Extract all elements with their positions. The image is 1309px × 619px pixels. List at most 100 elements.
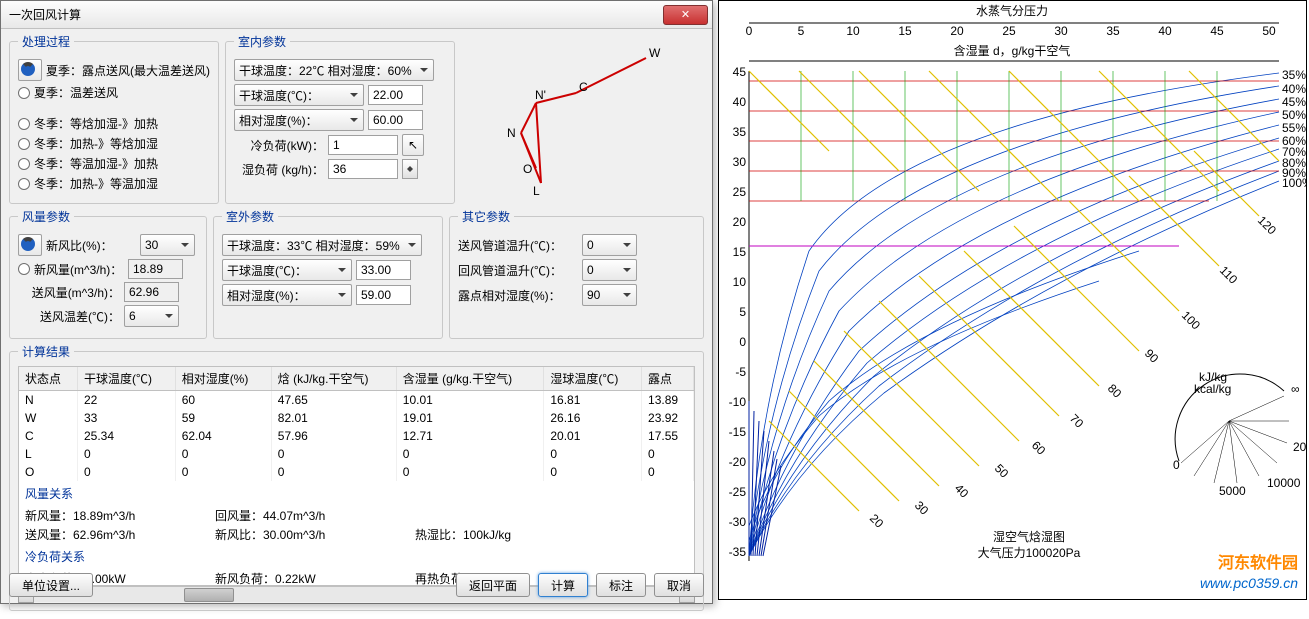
svg-text:50: 50: [1262, 24, 1276, 38]
watermark-brand: 河东软件园: [1218, 549, 1298, 573]
psychrometric-chart: 水蒸气分压力 含湿量 d，g/kg干空气 0510152025303540455…: [718, 0, 1307, 600]
table-row[interactable]: O000000: [19, 463, 694, 481]
radio-summer-tempdiff[interactable]: [18, 87, 30, 99]
back-button[interactable]: 返回平面: [456, 573, 530, 597]
unit-settings-button[interactable]: 单位设置...: [9, 573, 93, 597]
radio-winter-heat-iso[interactable]: [18, 138, 30, 150]
radio-summer-dewpoint[interactable]: [18, 59, 42, 81]
moisture-load-input[interactable]: 36: [328, 159, 398, 179]
close-button[interactable]: ✕: [663, 5, 708, 25]
titlebar[interactable]: 一次回风计算 ✕: [1, 1, 712, 29]
button-bar: 单位设置... 返回平面 计算 标注 取消: [9, 573, 704, 597]
svg-text:5: 5: [798, 24, 805, 38]
svg-text:120: 120: [1255, 213, 1279, 237]
svg-text:40: 40: [952, 481, 972, 501]
results-panel[interactable]: 状态点干球温度(℃)相对湿度(%)焓 (kJ/kg.干空气)含湿量 (g/kg.…: [18, 366, 695, 586]
svg-text:10000: 10000: [1267, 476, 1301, 490]
calculate-button[interactable]: 计算: [538, 573, 588, 597]
cancel-button[interactable]: 取消: [654, 573, 704, 597]
outdoor-rh-input[interactable]: 59.00: [356, 285, 411, 305]
svg-text:45: 45: [1210, 24, 1224, 38]
svg-text:30: 30: [1054, 24, 1068, 38]
process-group: 处理过程 夏季：露点送风(最大温差送风) 夏季：温差送风 冬季：等焓加湿-》加热…: [9, 33, 219, 204]
svg-text:W: W: [649, 46, 661, 60]
dialog-window: 一次回风计算 ✕ 处理过程 夏季：露点送风(最大温差送风) 夏季：温差送风 冬季…: [0, 0, 713, 604]
airflow-legend: 风量参数: [18, 208, 74, 225]
svg-text:10: 10: [846, 24, 860, 38]
freshair-vol-input[interactable]: 18.89: [128, 259, 183, 279]
radio-winter-isotemp-heat[interactable]: [18, 158, 30, 170]
outdoor-rh-select[interactable]: 相对湿度(%)：: [222, 284, 352, 306]
radio-freshair-vol[interactable]: [18, 263, 30, 275]
indoor-group: 室内参数 干球温度：22℃ 相对湿度：60% 干球温度(℃)：22.00 相对湿…: [225, 33, 455, 204]
col-header: 干球温度(℃): [78, 367, 176, 391]
svg-text:N': N': [535, 88, 546, 102]
indoor-drybulb-input[interactable]: 22.00: [368, 85, 423, 105]
outdoor-drybulb-select[interactable]: 干球温度(℃)：: [222, 259, 352, 281]
svg-text:30: 30: [912, 498, 932, 518]
svg-text:-20: -20: [729, 455, 747, 469]
svg-text:-30: -30: [729, 515, 747, 529]
svg-text:kcal/kg: kcal/kg: [1194, 382, 1231, 396]
outdoor-group: 室外参数 干球温度：33℃ 相对湿度：59% 干球温度(℃)：33.00 相对湿…: [213, 208, 443, 339]
table-row[interactable]: C25.3462.0457.9612.7120.0117.55: [19, 427, 694, 445]
svg-text:35: 35: [733, 125, 747, 139]
svg-text:10: 10: [733, 275, 747, 289]
svg-text:25: 25: [1002, 24, 1016, 38]
return-duct-temp-select[interactable]: 0: [582, 259, 637, 281]
freshair-ratio-select[interactable]: 30: [140, 234, 195, 256]
outdoor-summary-select[interactable]: 干球温度：33℃ 相对湿度：59%: [222, 234, 422, 256]
process-legend: 处理过程: [18, 33, 74, 50]
indoor-rh-input[interactable]: 60.00: [368, 110, 423, 130]
cooling-load-input[interactable]: 1: [328, 135, 398, 155]
annotate-button[interactable]: 标注: [596, 573, 646, 597]
svg-text:-35: -35: [729, 545, 747, 559]
radio-winter-iso-heat[interactable]: [18, 118, 30, 130]
chart-title-2: 大气压力100020Pa: [978, 545, 1081, 560]
svg-text:35%: 35%: [1282, 68, 1306, 82]
airflow-group: 风量参数 新风比(%)：30 新风量(m^3/h)：18.89 送风量(m^3/…: [9, 208, 207, 339]
radio-winter-heat-isotemp[interactable]: [18, 178, 30, 190]
dialog-title: 一次回风计算: [5, 6, 663, 23]
svg-text:0: 0: [1173, 458, 1180, 472]
results-group: 计算结果 状态点干球温度(℃)相对湿度(%)焓 (kJ/kg.干空气)含湿量 (…: [9, 343, 704, 611]
svg-text:60: 60: [1029, 438, 1049, 458]
table-row[interactable]: L000000: [19, 445, 694, 463]
svg-text:80: 80: [1105, 381, 1125, 401]
svg-text:100%: 100%: [1282, 176, 1306, 190]
dewpoint-rh-select[interactable]: 90: [582, 284, 637, 306]
svg-text:40: 40: [733, 95, 747, 109]
svg-text:-5: -5: [735, 365, 746, 379]
supply-duct-temp-select[interactable]: 0: [582, 234, 637, 256]
outdoor-legend: 室外参数: [222, 208, 278, 225]
svg-text:15: 15: [898, 24, 912, 38]
table-row[interactable]: W335982.0119.0126.1623.92: [19, 409, 694, 427]
svg-text:N: N: [507, 126, 516, 140]
svg-text:0: 0: [739, 335, 746, 349]
indoor-drybulb-select[interactable]: 干球温度(℃)：: [234, 84, 364, 106]
svg-text:110: 110: [1217, 263, 1241, 287]
results-legend: 计算结果: [18, 343, 74, 360]
svg-text:40: 40: [1158, 24, 1172, 38]
svg-text:45: 45: [733, 65, 747, 79]
svg-text:-10: -10: [729, 395, 747, 409]
svg-text:90: 90: [1142, 346, 1162, 366]
svg-text:0: 0: [746, 24, 753, 38]
supply-tempdiff-select[interactable]: 6: [124, 305, 179, 327]
subheader-airflow: 风量关系: [19, 481, 694, 506]
col-header: 状态点: [19, 367, 78, 391]
svg-text:-25: -25: [729, 485, 747, 499]
indoor-rh-select[interactable]: 相对湿度(%)：: [234, 109, 364, 131]
process-diagram: W C N' N O L: [461, 33, 704, 208]
pick-button[interactable]: ↖: [402, 134, 424, 156]
outdoor-drybulb-input[interactable]: 33.00: [356, 260, 411, 280]
svg-text:50%: 50%: [1282, 108, 1306, 122]
radio-freshair-ratio[interactable]: [18, 234, 42, 256]
moisture-spin[interactable]: [402, 159, 418, 179]
svg-text:55%: 55%: [1282, 121, 1306, 135]
svg-text:40%: 40%: [1282, 82, 1306, 96]
svg-text:5: 5: [739, 305, 746, 319]
table-row[interactable]: N226047.6510.0116.8113.89: [19, 391, 694, 410]
indoor-summary-select[interactable]: 干球温度：22℃ 相对湿度：60%: [234, 59, 434, 81]
svg-text:45%: 45%: [1282, 95, 1306, 109]
